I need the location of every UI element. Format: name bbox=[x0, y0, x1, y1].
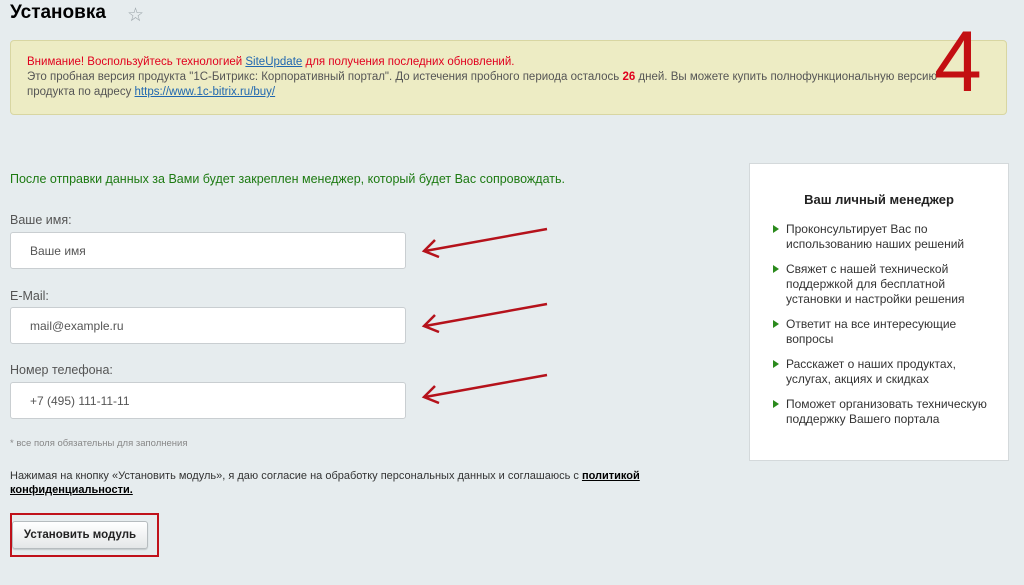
trial-info-text-2: дней. Вы можете купить полнофункциональн… bbox=[635, 71, 938, 83]
consent-prefix: Нажимая на кнопку «Установить модуль», я… bbox=[10, 470, 582, 482]
consent-text: Нажимая на кнопку «Установить модуль», я… bbox=[10, 469, 650, 497]
page-title: Установка bbox=[10, 2, 106, 23]
step-number-annotation: 4 bbox=[934, 14, 982, 110]
trial-info: Это пробная версия продукта "1С-Битрикс:… bbox=[27, 70, 1006, 85]
bullet-icon bbox=[773, 320, 779, 328]
arrow-annotation-phone bbox=[421, 373, 548, 404]
email-input[interactable] bbox=[10, 307, 406, 344]
star-icon[interactable]: ☆ bbox=[127, 4, 144, 27]
bullet-icon bbox=[773, 265, 779, 273]
days-left: 26 bbox=[622, 71, 636, 83]
manager-panel: Ваш личный менеджер Проконсультирует Вас… bbox=[749, 163, 1009, 461]
list-item: Ответит на все интересующие вопросы bbox=[773, 317, 993, 347]
form-intro: После отправки данных за Вами будет закр… bbox=[10, 172, 565, 186]
update-warning: Внимание! Воспользуйтесь технологией Sit… bbox=[27, 55, 1006, 70]
name-label: Ваше имя: bbox=[10, 213, 72, 227]
update-warning-suffix: для получения последних обновлений. bbox=[302, 56, 515, 68]
buy-line-text: продукта по адресу bbox=[27, 86, 135, 98]
update-warning-prefix: Внимание! Воспользуйтесь технологией bbox=[27, 56, 246, 68]
bullet-icon bbox=[773, 400, 779, 408]
install-module-button[interactable]: Установить модуль bbox=[12, 521, 148, 549]
list-item: Поможет организовать техническую поддерж… bbox=[773, 397, 993, 427]
trial-info-text: Это пробная версия продукта "1С-Битрикс:… bbox=[27, 71, 623, 83]
bullet-icon bbox=[773, 225, 779, 233]
list-item-text: Расскажет о наших продуктах, услугах, ак… bbox=[786, 357, 956, 386]
arrow-annotation-name bbox=[421, 227, 548, 258]
buy-link[interactable]: https://www.1c-bitrix.ru/buy/ bbox=[135, 86, 276, 98]
name-input[interactable] bbox=[10, 232, 406, 269]
list-item-text: Свяжет с нашей технической поддержкой дл… bbox=[786, 262, 965, 306]
list-item-text: Проконсультирует Вас по использованию на… bbox=[786, 222, 965, 251]
list-item: Расскажет о наших продуктах, услугах, ак… bbox=[773, 357, 993, 387]
list-item-text: Поможет организовать техническую поддерж… bbox=[786, 397, 987, 426]
list-item: Свяжет с нашей технической поддержкой дл… bbox=[773, 262, 993, 307]
arrow-annotation-email bbox=[421, 302, 548, 333]
email-label: E-Mail: bbox=[10, 289, 49, 303]
phone-input[interactable] bbox=[10, 382, 406, 419]
manager-title: Ваш личный менеджер bbox=[804, 192, 954, 207]
bullet-icon bbox=[773, 360, 779, 368]
buy-line: продукта по адресу https://www.1c-bitrix… bbox=[27, 85, 1006, 100]
list-item: Проконсультирует Вас по использованию на… bbox=[773, 222, 993, 252]
list-item-text: Ответит на все интересующие вопросы bbox=[786, 317, 957, 346]
manager-list: Проконсультирует Вас по использованию на… bbox=[773, 222, 993, 437]
required-note: * все поля обязательны для заполнения bbox=[10, 438, 188, 449]
siteupdate-link[interactable]: SiteUpdate bbox=[245, 56, 302, 68]
phone-label: Номер телефона: bbox=[10, 363, 113, 377]
trial-notice: Внимание! Воспользуйтесь технологией Sit… bbox=[10, 40, 1007, 115]
